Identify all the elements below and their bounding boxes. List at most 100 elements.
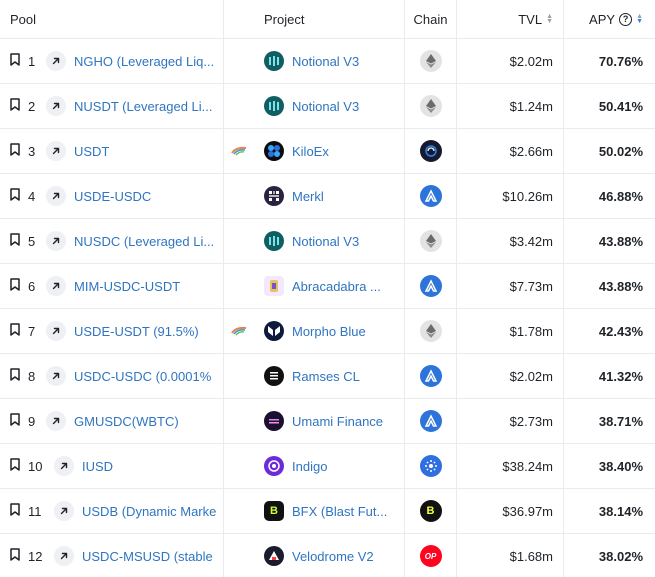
ethereum-icon xyxy=(419,95,442,117)
bookmark-icon[interactable] xyxy=(10,53,28,69)
tvl-cell: $1.78m xyxy=(456,309,563,353)
header-chain[interactable]: Chain xyxy=(404,0,456,38)
pool-link[interactable]: NUSDC (Leveraged Li... xyxy=(74,234,214,249)
project-cell: Velodrome V2 xyxy=(254,534,404,577)
bookmark-icon[interactable] xyxy=(10,233,28,249)
project-link[interactable]: Merkl xyxy=(292,189,324,204)
table-header: Pool Project Chain TVL ▲ ▼ APY ? ▲ ▼ xyxy=(0,0,655,39)
sort-icon[interactable]: ▲ ▼ xyxy=(546,13,553,25)
flag-cell xyxy=(224,264,254,308)
external-link-icon[interactable] xyxy=(46,276,66,296)
pool-link[interactable]: NUSDT (Leveraged Li... xyxy=(74,99,213,114)
bookmark-icon[interactable] xyxy=(10,503,28,519)
pool-link[interactable]: MIM-USDC-USDT xyxy=(74,279,180,294)
bookmark-icon[interactable] xyxy=(10,548,28,564)
external-link-icon[interactable] xyxy=(54,546,74,566)
table-row[interactable]: 5 NUSDC (Leveraged Li... Notional V3 $3.42m… xyxy=(0,219,655,264)
bookmark-icon[interactable] xyxy=(10,458,28,474)
pool-link[interactable]: USDE-USDC xyxy=(74,189,151,204)
table-row[interactable]: 2 NUSDT (Leveraged Li... Notional V3 $1.24m… xyxy=(0,84,655,129)
project-link[interactable]: Umami Finance xyxy=(292,414,383,429)
project-link[interactable]: KiloEx xyxy=(292,144,329,159)
table-row[interactable]: 11 USDB (Dynamic Marke B BFX (Blast Fut... B… xyxy=(0,489,655,534)
bookmark-icon[interactable] xyxy=(10,323,28,339)
rank-number: 2 xyxy=(28,98,36,114)
external-link-icon[interactable] xyxy=(46,321,66,341)
table-row[interactable]: 1 NGHO (Leveraged Liq... Notional V3 $2.02m… xyxy=(0,39,655,84)
external-link-icon[interactable] xyxy=(46,411,66,431)
external-link-icon[interactable] xyxy=(46,231,66,251)
project-link[interactable]: Velodrome V2 xyxy=(292,549,374,564)
help-icon[interactable]: ? xyxy=(619,12,633,26)
header-project[interactable]: Project xyxy=(254,0,404,38)
table-row[interactable]: 10 IUSD Indigo $38.24m 38.40% xyxy=(0,444,655,489)
project-link[interactable]: Morpho Blue xyxy=(292,324,366,339)
table-row[interactable]: 12 USDC-MSUSD (stable Velodrome V2 OP $1.68m… xyxy=(0,534,655,577)
pool-cell: 9 GMUSDC(WBTC) xyxy=(0,399,224,443)
apy-cell: 70.76% xyxy=(563,39,655,83)
pool-link[interactable]: USDE-USDT (91.5%) xyxy=(74,324,199,339)
rank-number: 11 xyxy=(28,503,42,519)
project-link[interactable]: Notional V3 xyxy=(292,54,359,69)
header-pool[interactable]: Pool xyxy=(0,0,224,38)
pool-link[interactable]: GMUSDC(WBTC) xyxy=(74,414,179,429)
pools-table: Pool Project Chain TVL ▲ ▼ APY ? ▲ ▼ 1 NGHO… xyxy=(0,0,655,577)
tvl-cell: $7.73m xyxy=(456,264,563,308)
pool-cell: 7 USDE-USDT (91.5%) xyxy=(0,309,224,353)
project-link[interactable]: Abracadabra ... xyxy=(292,279,381,294)
project-link[interactable]: Notional V3 xyxy=(292,99,359,114)
apy-value: 41.32% xyxy=(598,368,643,384)
bookmark-icon[interactable] xyxy=(10,278,28,294)
table-row[interactable]: 4 USDE-USDC Merkl $10.26m 46.88% xyxy=(0,174,655,219)
tvl-value: $2.73m xyxy=(509,413,553,429)
pool-link[interactable]: USDB (Dynamic Marke xyxy=(82,504,216,519)
pool-link[interactable]: USDT xyxy=(74,144,109,159)
bookmark-icon[interactable] xyxy=(10,143,28,159)
external-link-icon[interactable] xyxy=(46,366,66,386)
pool-link[interactable]: USDC-MSUSD (stable xyxy=(82,549,213,564)
pool-link[interactable]: NGHO (Leveraged Liq... xyxy=(74,54,214,69)
pool-link[interactable]: USDC-USDC (0.0001% xyxy=(74,369,211,384)
external-link-icon[interactable] xyxy=(54,501,74,521)
bookmark-icon[interactable] xyxy=(10,368,28,384)
project-link[interactable]: Indigo xyxy=(292,459,327,474)
external-link-icon[interactable] xyxy=(46,96,66,116)
apy-cell: 42.43% xyxy=(563,309,655,353)
tvl-value: $1.78m xyxy=(509,323,553,339)
project-link[interactable]: BFX (Blast Fut... xyxy=(292,504,387,519)
chain-icon xyxy=(419,140,442,162)
chain-cell xyxy=(404,129,456,173)
header-tvl[interactable]: TVL ▲ ▼ xyxy=(456,0,563,38)
external-link-icon[interactable] xyxy=(46,186,66,206)
chain-cell: B xyxy=(404,489,456,533)
external-link-icon[interactable] xyxy=(46,51,66,71)
bookmark-icon[interactable] xyxy=(10,98,28,114)
sort-icon[interactable]: ▲ ▼ xyxy=(636,13,643,25)
tvl-value: $7.73m xyxy=(509,278,553,294)
external-link-icon[interactable] xyxy=(46,141,66,161)
table-row[interactable]: 7 USDE-USDT (91.5%) Morpho Blue $1.78m 42.43… xyxy=(0,309,655,354)
tvl-value: $2.02m xyxy=(509,368,553,384)
table-row[interactable]: 8 USDC-USDC (0.0001% Ramses CL $2.02m 41.32% xyxy=(0,354,655,399)
ethereum-icon xyxy=(419,50,442,72)
project-cell: Notional V3 xyxy=(254,84,404,128)
bookmark-icon[interactable] xyxy=(10,188,28,204)
header-apy[interactable]: APY ? ▲ ▼ xyxy=(563,0,655,38)
pool-link[interactable]: IUSD xyxy=(82,459,113,474)
project-link[interactable]: Notional V3 xyxy=(292,234,359,249)
apy-value: 42.43% xyxy=(598,323,643,339)
table-row[interactable]: 9 GMUSDC(WBTC) Umami Finance $2.73m 38.71% xyxy=(0,399,655,444)
flag-cell xyxy=(224,444,254,488)
flag-cell xyxy=(224,84,254,128)
bookmark-icon[interactable] xyxy=(10,413,28,429)
external-link-icon[interactable] xyxy=(54,456,74,476)
table-row[interactable]: 3 USDT KiloEx $2.66m 50.02% xyxy=(0,129,655,174)
project-link[interactable]: Ramses CL xyxy=(292,369,360,384)
chain-cell: OP xyxy=(404,534,456,577)
chain-cell xyxy=(404,84,456,128)
rank-number: 4 xyxy=(28,188,36,204)
pool-cell: 1 NGHO (Leveraged Liq... xyxy=(0,39,224,83)
flag-cell xyxy=(224,39,254,83)
table-row[interactable]: 6 MIM-USDC-USDT Abracadabra ... $7.73m 43.88… xyxy=(0,264,655,309)
tvl-cell: $36.97m xyxy=(456,489,563,533)
